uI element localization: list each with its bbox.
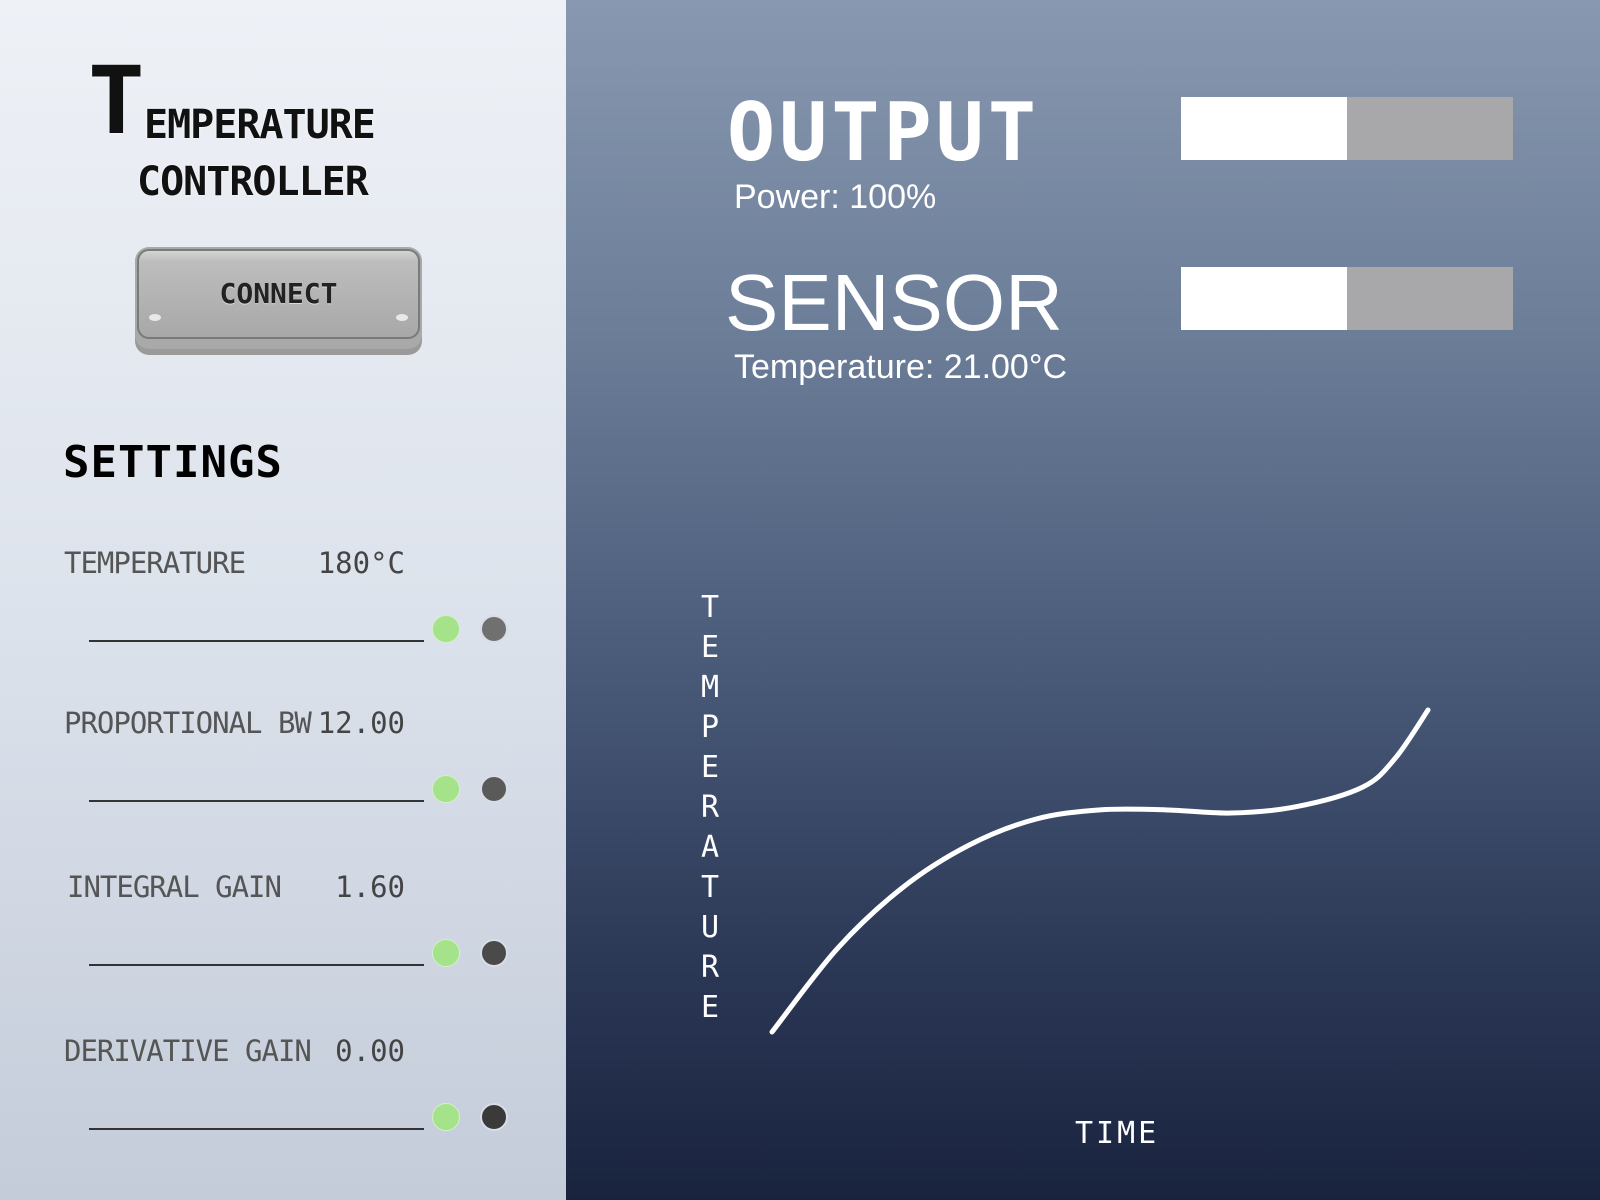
chart-x-axis-label: TIME [1075,1116,1160,1151]
decrease-button[interactable] [480,615,508,643]
app-title-line2: CONTROLLER [137,159,369,205]
increase-button[interactable] [432,775,460,803]
output-bar-fill [1181,97,1347,160]
setting-value: 0.00 [335,1034,405,1068]
connect-button[interactable]: CONNECT [135,247,422,349]
increase-button[interactable] [432,1103,460,1131]
temperature-chart [769,707,1431,1035]
setting-value: 180°C [317,546,405,580]
setting-label: PROPORTIONAL BW [64,706,312,740]
power-readout: Power: 100% [734,178,937,216]
setting-label: INTEGRAL GAIN [67,870,282,904]
setting-slider-track[interactable] [89,1128,424,1130]
sensor-bar-fill [1181,267,1347,330]
setting-slider-track[interactable] [89,964,424,966]
connect-button-label: CONNECT [219,277,338,310]
decrease-button[interactable] [480,939,508,967]
settings-heading: SETTINGS [63,437,283,488]
setting-proportional-bw: PROPORTIONAL BW 12.00 [0,706,566,836]
output-bar [1181,97,1513,160]
app-title-cap: T [88,47,145,156]
left-panel: T EMPERATURE CONTROLLER CONNECT SETTINGS… [0,0,566,1200]
temperature-readout: Temperature: 21.00°C [734,348,1067,386]
setting-label: DERIVATIVE GAIN [64,1034,312,1068]
sensor-heading: SENSOR [725,258,1063,347]
setting-temperature: TEMPERATURE 180°C [0,546,566,676]
connect-button-face: CONNECT [137,249,420,339]
output-heading: OUTPUT [727,86,1040,179]
temperature-line [769,707,1431,1035]
chart-y-axis-label: TEMPERATURE [700,590,720,1025]
setting-integral-gain: INTEGRAL GAIN 1.60 [0,870,566,1000]
setting-value: 1.60 [335,870,405,904]
increase-button[interactable] [432,615,460,643]
app-title-line1: EMPERATURE [144,102,376,148]
decrease-button[interactable] [480,775,508,803]
sensor-bar [1181,267,1513,330]
rivet-icon [396,314,408,321]
increase-button[interactable] [432,939,460,967]
setting-slider-track[interactable] [89,800,424,802]
setting-derivative-gain: DERIVATIVE GAIN 0.00 [0,1034,566,1164]
decrease-button[interactable] [480,1103,508,1131]
setting-value: 12.00 [317,706,405,740]
setting-slider-track[interactable] [89,640,424,642]
rivet-icon [149,314,161,321]
setting-label: TEMPERATURE [64,546,246,580]
